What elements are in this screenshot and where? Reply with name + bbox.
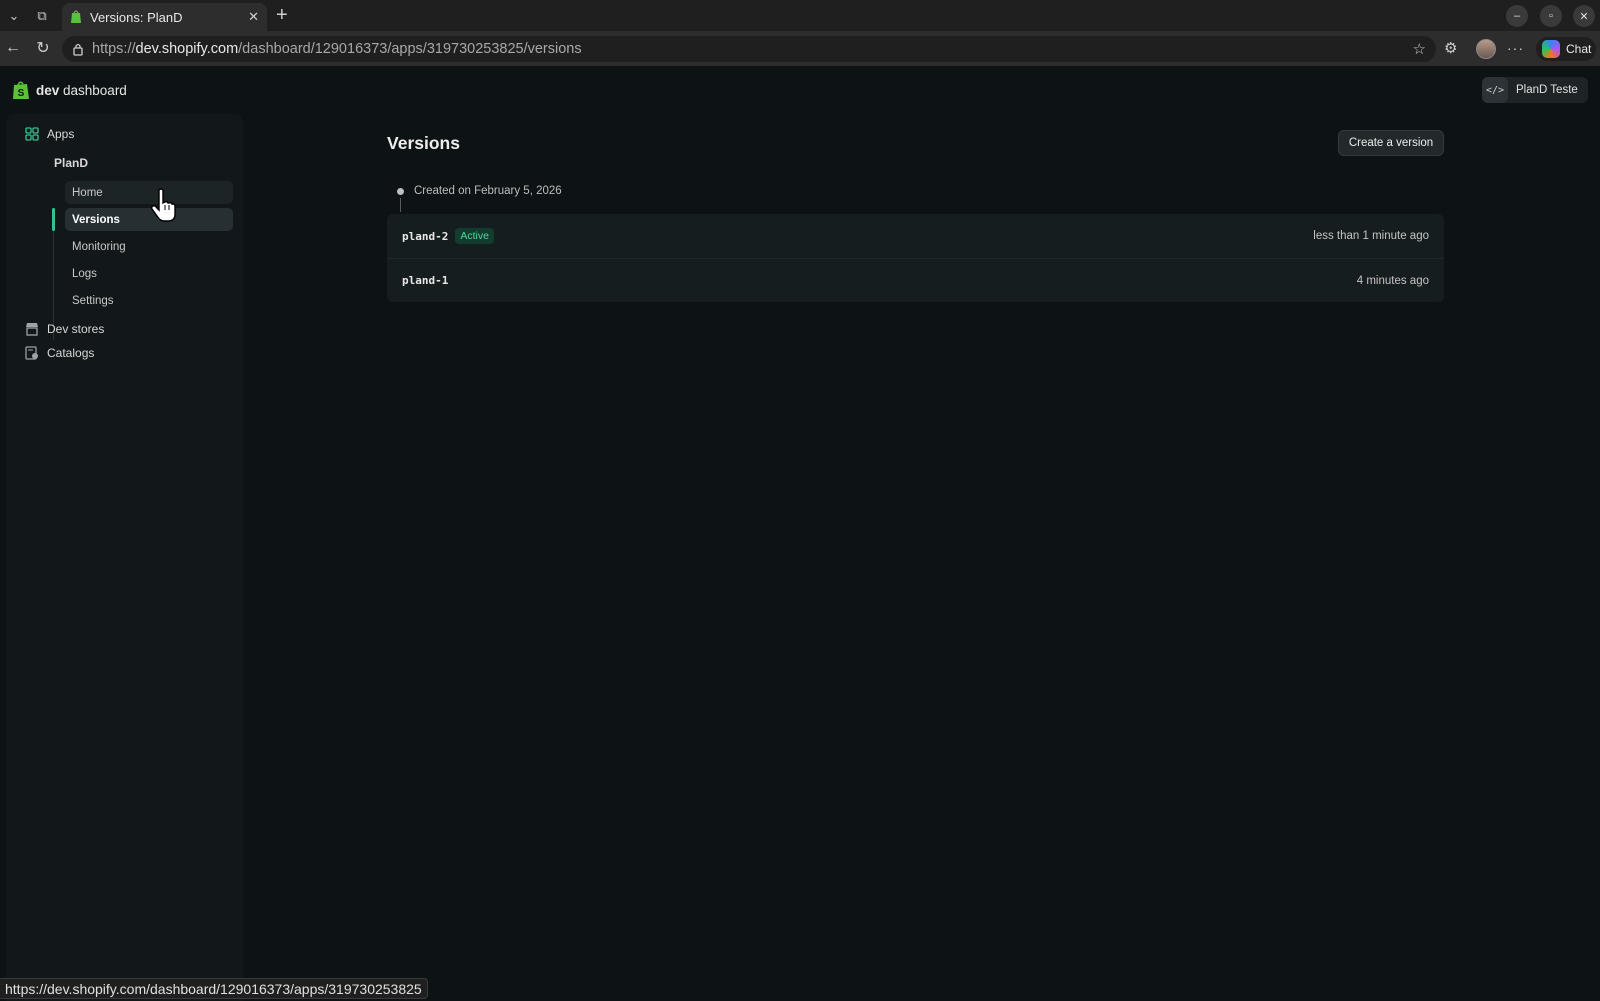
store-icon bbox=[26, 323, 38, 336]
profile-avatar[interactable] bbox=[1476, 39, 1496, 59]
extensions-icon[interactable]: ⚙ bbox=[1444, 39, 1457, 57]
url-text: https://dev.shopify.com/dashboard/129016… bbox=[92, 41, 582, 57]
sidebar-item-label: Logs bbox=[72, 267, 97, 280]
catalogs-label: Catalogs bbox=[47, 346, 95, 360]
logo-text-bold: dev bbox=[36, 82, 60, 98]
back-icon[interactable]: ← bbox=[3, 38, 23, 58]
sidebar-item-apps[interactable]: Apps bbox=[25, 127, 74, 141]
more-menu-icon[interactable]: ··· bbox=[1507, 40, 1524, 56]
shopify-favicon-icon bbox=[71, 10, 81, 23]
logo-text-rest: dashboard bbox=[59, 82, 127, 98]
version-row[interactable]: pland-1 4 minutes ago bbox=[387, 258, 1444, 302]
tab-title: Versions: PlanD bbox=[90, 9, 183, 25]
org-switcher-button[interactable]: </> PlanD Teste bbox=[1482, 77, 1588, 103]
shopify-bag-icon: S bbox=[13, 81, 29, 99]
chat-label: Chat bbox=[1566, 42, 1592, 56]
version-time: less than 1 minute ago bbox=[1313, 230, 1429, 242]
sidebar-item-monitoring[interactable]: Monitoring bbox=[65, 235, 233, 258]
bookmark-star-icon[interactable]: ☆ bbox=[1413, 40, 1426, 58]
browser-tab-bar: ⌄ ⧉ Versions: PlanD ✕ + – ▫ ✕ bbox=[0, 0, 1600, 31]
sidebar-item-logs[interactable]: Logs bbox=[65, 262, 233, 285]
reload-icon[interactable]: ↻ bbox=[33, 38, 53, 58]
version-name: pland-2 bbox=[402, 229, 449, 243]
new-tab-icon[interactable]: + bbox=[276, 4, 288, 27]
restore-icon[interactable]: ▫ bbox=[1540, 5, 1562, 27]
sidebar-item-dev-stores[interactable]: Dev stores bbox=[25, 322, 104, 336]
minimize-icon[interactable]: – bbox=[1506, 5, 1528, 27]
browser-tab[interactable]: Versions: PlanD ✕ bbox=[62, 3, 267, 31]
version-name: pland-1 bbox=[402, 274, 449, 287]
versions-list: pland-2 Active less than 1 minute ago pl… bbox=[387, 214, 1444, 302]
lock-icon bbox=[73, 43, 83, 56]
sidebar-app-pland[interactable]: PlanD bbox=[54, 156, 88, 170]
code-icon: </> bbox=[1482, 77, 1508, 103]
dev-stores-label: Dev stores bbox=[47, 322, 105, 336]
timeline-dot bbox=[397, 188, 404, 195]
create-version-button[interactable]: Create a version bbox=[1338, 130, 1444, 156]
status-badge: Active bbox=[455, 228, 494, 244]
org-name: PlanD Teste bbox=[1516, 84, 1578, 96]
app-viewport: S dev dashboard </> PlanD Teste Apps Pla… bbox=[0, 66, 1600, 1001]
hand-cursor-icon bbox=[150, 188, 176, 222]
timeline-line bbox=[400, 198, 401, 212]
svg-text:S: S bbox=[18, 88, 25, 99]
copilot-icon bbox=[1542, 40, 1560, 58]
page-title: Versions bbox=[387, 133, 460, 153]
sidebar-item-settings[interactable]: Settings bbox=[65, 289, 233, 312]
status-bar-url: https://dev.shopify.com/dashboard/129016… bbox=[0, 978, 428, 999]
catalog-icon bbox=[25, 346, 38, 360]
browser-toolbar: ← ↻ https://dev.shopify.com/dashboard/12… bbox=[0, 31, 1600, 66]
url-scheme: https:// bbox=[92, 41, 136, 57]
close-window-icon[interactable]: ✕ bbox=[1573, 5, 1595, 27]
apps-grid-icon bbox=[25, 127, 39, 141]
tab-close-icon[interactable]: ✕ bbox=[248, 9, 259, 25]
app-name: PlanD bbox=[54, 156, 89, 170]
sidebar-item-label: Home bbox=[72, 186, 103, 199]
sidebar-item-label: Versions bbox=[72, 213, 120, 226]
logo-text: dev dashboard bbox=[36, 83, 127, 98]
tab-list-chevron-icon[interactable]: ⌄ bbox=[4, 6, 24, 26]
sidebar: Apps PlanD Home Versions Monitoring Logs… bbox=[6, 114, 243, 1001]
url-path: /dashboard/129016373/apps/319730253825/v… bbox=[238, 41, 582, 57]
workspaces-icon[interactable]: ⧉ bbox=[32, 6, 52, 26]
apps-label: Apps bbox=[47, 127, 75, 141]
sidebar-item-label: Monitoring bbox=[72, 240, 126, 253]
copilot-chat-button[interactable]: Chat bbox=[1536, 37, 1596, 61]
active-indicator bbox=[52, 208, 55, 231]
created-on-date: Created on February 5, 2026 bbox=[414, 185, 562, 197]
dev-dashboard-logo[interactable]: S dev dashboard bbox=[12, 80, 127, 100]
sidebar-item-catalogs[interactable]: Catalogs bbox=[25, 346, 94, 360]
version-row[interactable]: pland-2 Active less than 1 minute ago bbox=[387, 214, 1444, 258]
version-time: 4 minutes ago bbox=[1356, 274, 1429, 287]
sidebar-item-label: Settings bbox=[72, 294, 114, 307]
url-host: dev.shopify.com bbox=[135, 41, 239, 57]
address-bar[interactable]: https://dev.shopify.com/dashboard/129016… bbox=[62, 36, 1436, 62]
